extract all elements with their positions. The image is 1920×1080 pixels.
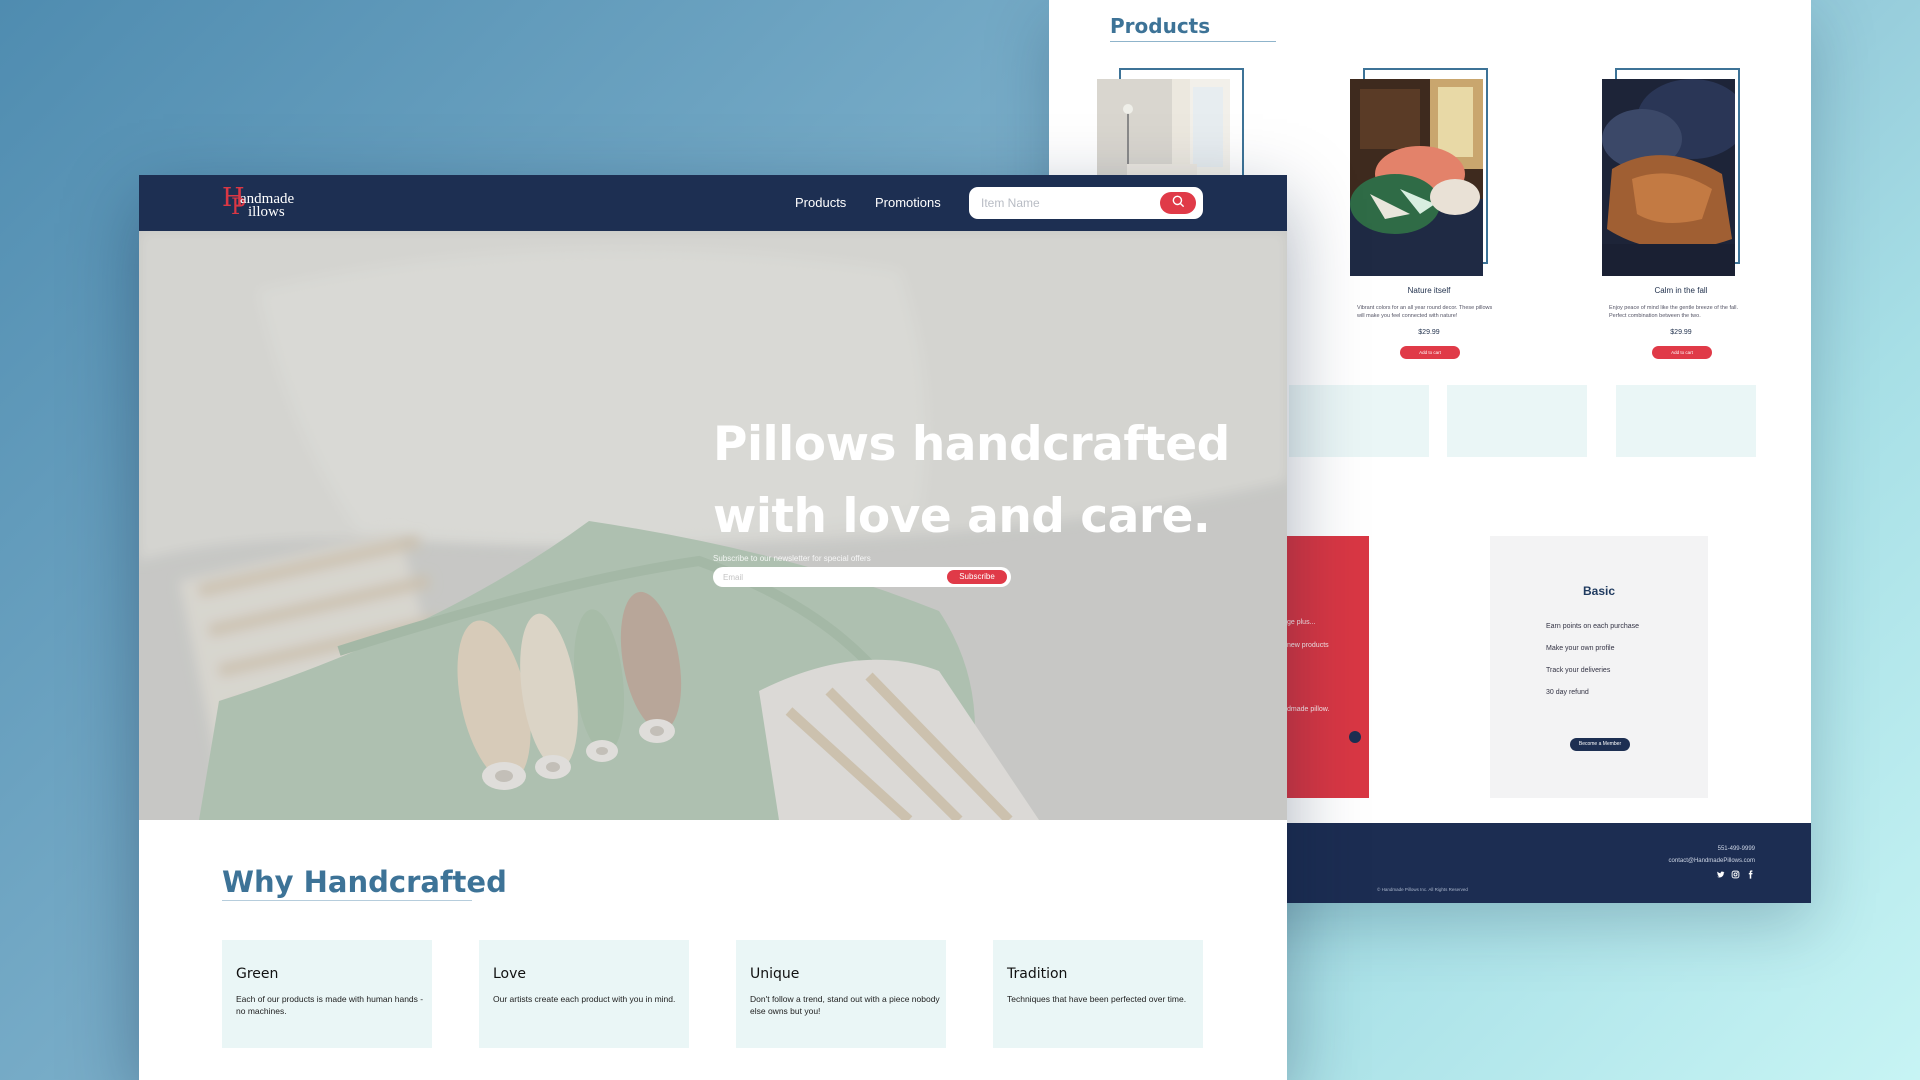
feature-card-title: Unique	[750, 966, 800, 982]
hero-section: Pillows handcrafted with love and care. …	[139, 231, 1287, 820]
search-icon	[1171, 194, 1185, 213]
basic-plan-card: Basic Earn points on each purchase Make …	[1490, 536, 1708, 798]
plan-feature: ge plus...	[1287, 619, 1316, 626]
plan-feature: Earn points on each purchase	[1546, 623, 1640, 630]
feature-card-love: Love Our artists create each product wit…	[479, 940, 689, 1048]
feature-card-title: Tradition	[1007, 966, 1068, 982]
subscribe-button[interactable]: Subscribe	[947, 570, 1007, 584]
facebook-icon[interactable]	[1746, 870, 1755, 879]
newsletter-caption: Subscribe to our newsletter for special …	[713, 554, 871, 563]
plan-button-fragment[interactable]	[1349, 731, 1361, 743]
product-price: $29.99	[1418, 329, 1440, 336]
plan-feature: 30 day refund	[1546, 689, 1589, 696]
search-bar	[969, 187, 1203, 219]
product-description: Enjoy peace of mind like the gentle bree…	[1609, 305, 1739, 319]
feature-card-unique: Unique Don't follow a trend, stand out w…	[736, 940, 946, 1048]
newsletter-form: Subscribe	[713, 567, 1011, 587]
products-heading: Products	[1110, 14, 1211, 38]
logo-word-pillows: illows	[248, 204, 285, 220]
feature-card-tradition: Tradition Techniques that have been perf…	[993, 940, 1203, 1048]
nav-promotions-link[interactable]: Promotions	[875, 195, 941, 210]
footer-phone: 551-499-9999	[1717, 846, 1755, 852]
add-to-cart-button[interactable]: Add to cart	[1400, 346, 1460, 359]
search-input[interactable]	[981, 193, 1151, 213]
add-to-cart-button[interactable]: Add to cart	[1652, 346, 1712, 359]
twitter-icon[interactable]	[1716, 870, 1725, 879]
footer-email[interactable]: contact@HandmadePillows.com	[1669, 858, 1755, 864]
plan-features: Earn points on each purchase Make your o…	[1546, 623, 1639, 711]
feature-card-description: Our artists create each product with you…	[493, 994, 676, 1004]
product-image	[1097, 79, 1230, 184]
placeholder-tile	[1289, 385, 1429, 457]
feature-card-description: Each of our products is made with human …	[236, 994, 424, 1016]
nav-products-link[interactable]: Products	[795, 195, 846, 210]
logo[interactable]: H P andmade illows	[222, 184, 322, 224]
feature-card-title: Green	[236, 966, 279, 982]
product-description: Vibrant colors for an all year round dec…	[1357, 305, 1493, 319]
why-heading-underline	[222, 900, 472, 901]
email-input[interactable]	[723, 570, 923, 584]
plan-feature: new products	[1287, 642, 1329, 649]
feature-card-description: Techniques that have been perfected over…	[1007, 994, 1187, 1004]
footer-copyright: © Handmade Pillows Inc. All Rights Reser…	[1377, 887, 1468, 892]
product-price: $29.99	[1670, 329, 1692, 336]
search-button[interactable]	[1160, 192, 1196, 214]
product-name: Calm in the fall	[1654, 286, 1708, 295]
front-page: H P andmade illows Products Promotions I…	[139, 175, 1287, 1080]
placeholder-tile	[1447, 385, 1587, 457]
products-heading-underline	[1110, 41, 1276, 42]
feature-card-title: Love	[493, 966, 527, 982]
hero-title: Pillows handcrafted with love and care.	[713, 417, 1230, 544]
why-handcrafted-heading: Why Handcrafted	[222, 865, 507, 899]
plan-title: Basic	[1582, 584, 1616, 598]
product-name: Nature itself	[1407, 286, 1451, 295]
plan-feature: dmade pillow.	[1287, 706, 1330, 713]
become-member-button[interactable]: Become a Member	[1570, 738, 1630, 751]
social-links	[1716, 870, 1755, 879]
plan-feature: Track your deliveries	[1546, 667, 1611, 674]
feature-card-green: Green Each of our products is made with …	[222, 940, 432, 1048]
plan-feature: Make your own profile	[1546, 645, 1615, 652]
feature-card-description: Don't follow a trend, stand out with a p…	[750, 994, 940, 1016]
instagram-icon[interactable]	[1731, 870, 1740, 879]
product-image	[1350, 79, 1483, 276]
product-image	[1602, 79, 1735, 276]
placeholder-tile	[1616, 385, 1756, 457]
navbar: H P andmade illows Products Promotions	[139, 175, 1287, 231]
